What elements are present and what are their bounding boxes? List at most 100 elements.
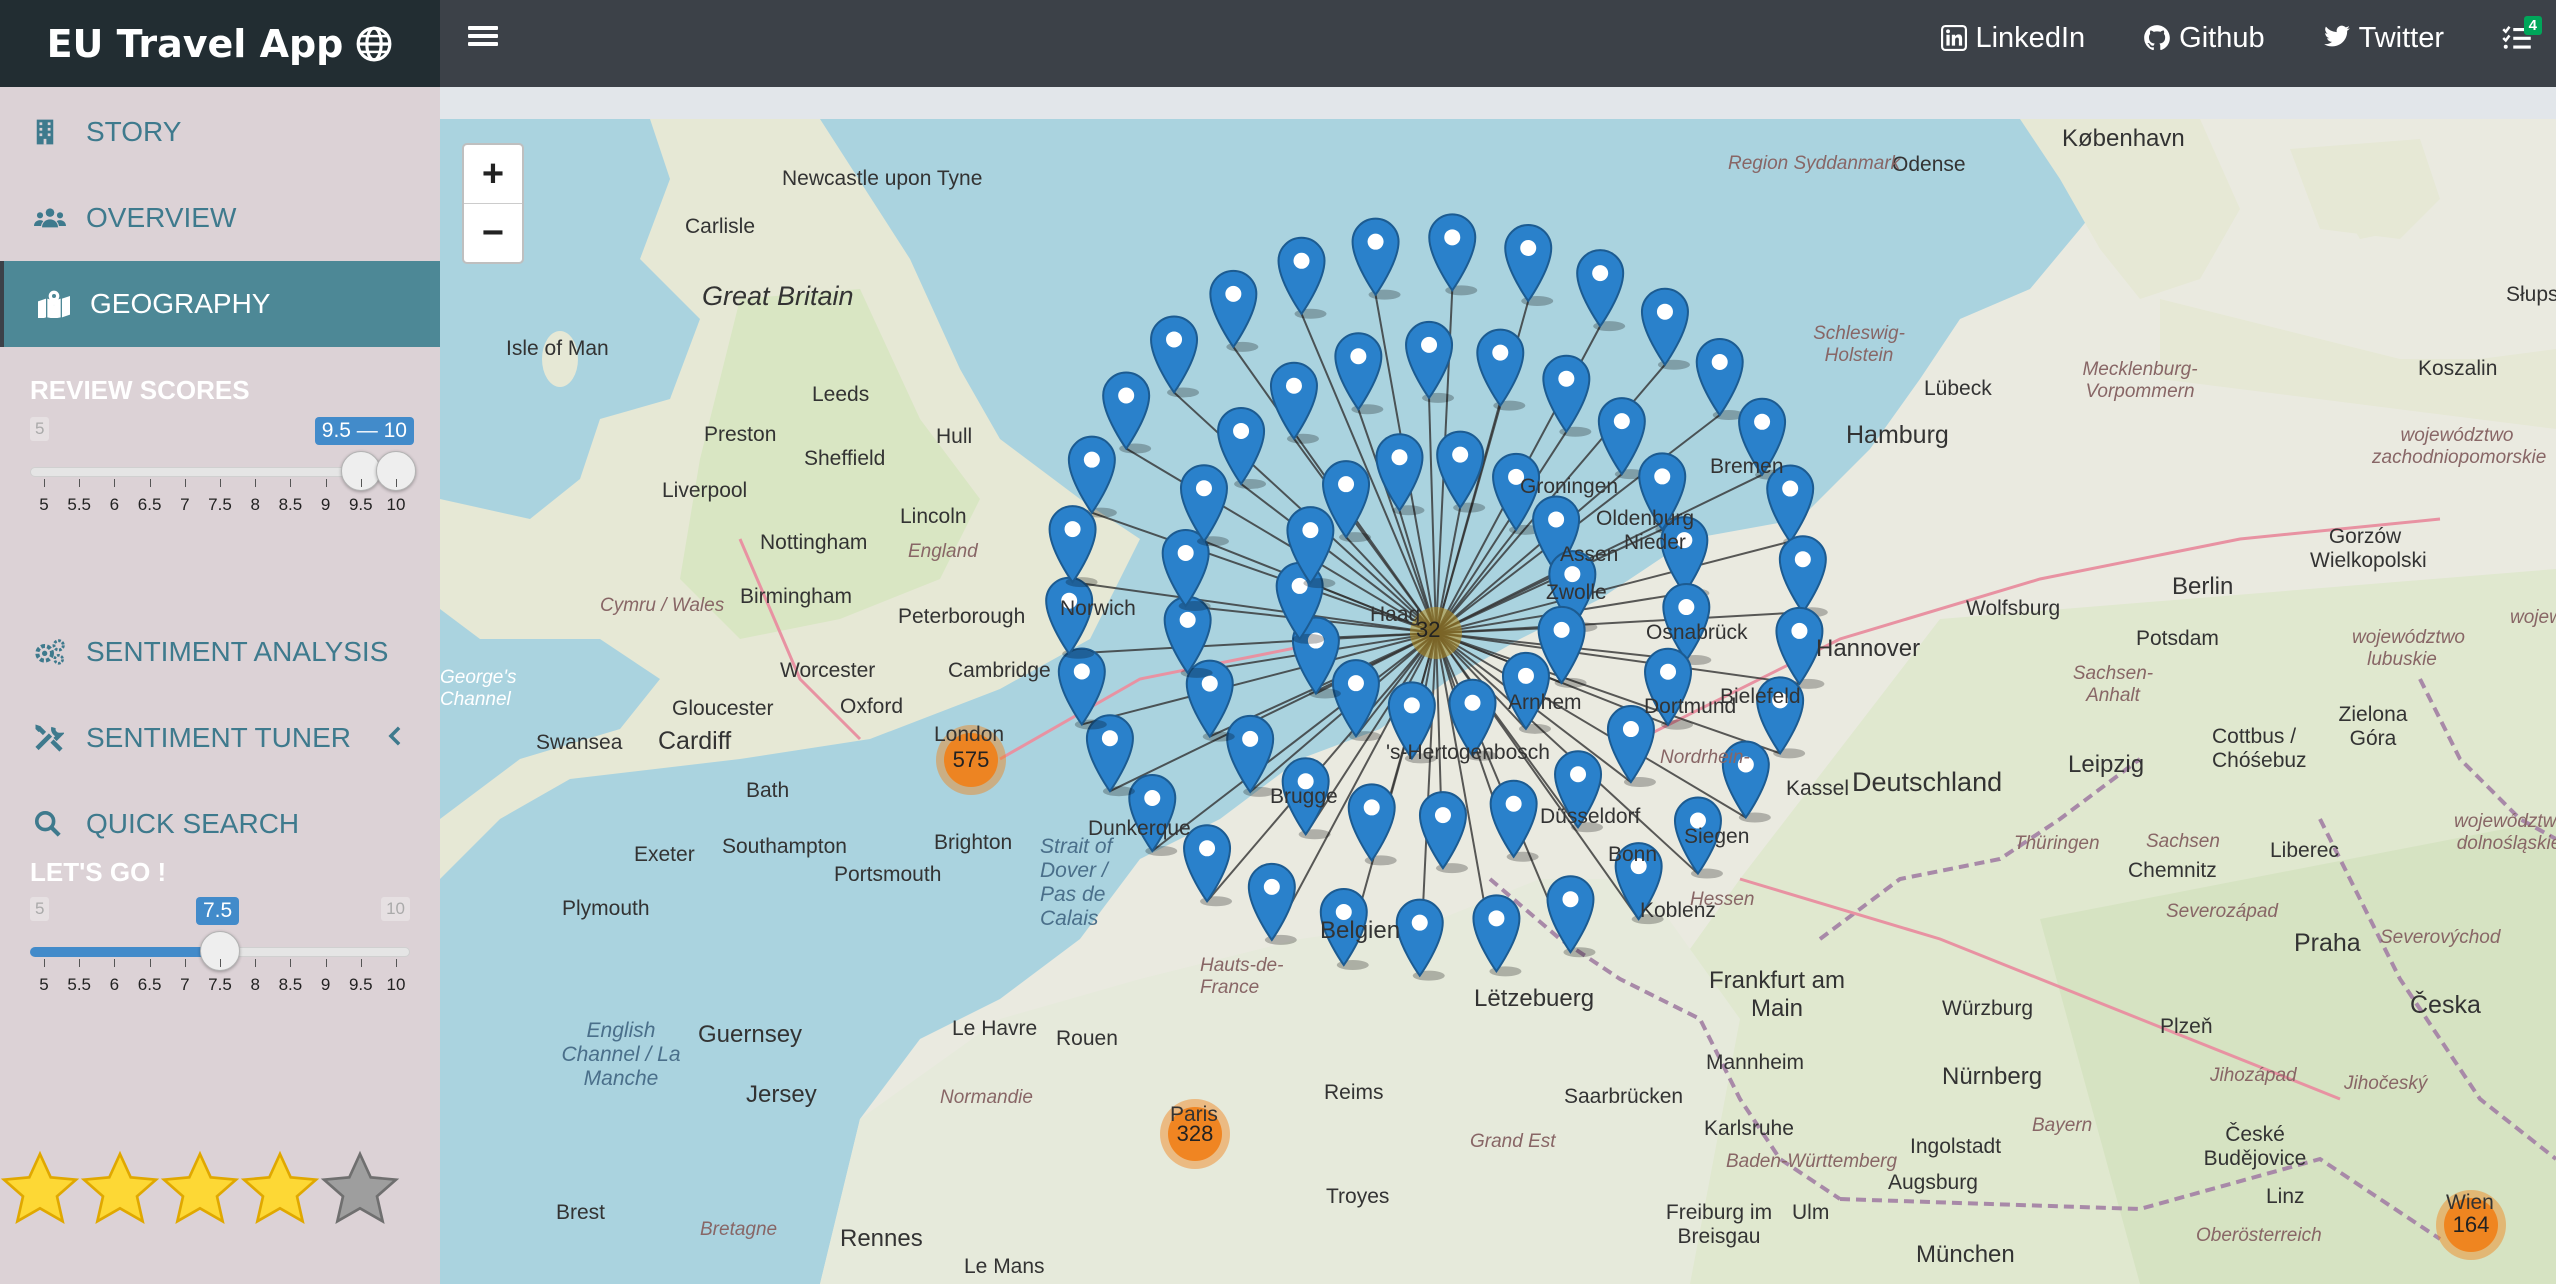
map-marker-icon[interactable]: [1472, 894, 1522, 977]
sidebar-item-quick-search[interactable]: QUICK SEARCH: [0, 781, 440, 867]
star-filled-icon[interactable]: [240, 1147, 320, 1231]
map-marker-icon[interactable]: [1395, 898, 1445, 981]
map-marker-icon[interactable]: [1128, 774, 1178, 857]
map-marker-icon[interactable]: [1269, 361, 1319, 444]
map-marker-icon[interactable]: [1277, 236, 1327, 319]
slider-tick-label: 5: [39, 495, 49, 514]
linkedin-icon: [1941, 25, 1968, 51]
map-label: Nordrhein-: [1660, 747, 1750, 768]
map-label: Hull: [936, 425, 973, 448]
map-marker-icon[interactable]: [1428, 213, 1478, 296]
map-marker-icon[interactable]: [1476, 328, 1526, 411]
map-label: Augsburg: [1888, 1171, 1978, 1194]
map-label: Düsseldorf: [1540, 805, 1641, 828]
map-label: Severovýchod: [2380, 927, 2501, 948]
sidebar: STORY OVERVIEW GEOGRAPHY REVIEW SCORES 5…: [0, 87, 440, 1284]
map-label: Zielona Góra: [2338, 703, 2408, 750]
map-marker-icon[interactable]: [1542, 354, 1592, 437]
map-marker-icon[interactable]: [1375, 433, 1425, 516]
map-label: województwo lubuskie: [2352, 627, 2465, 670]
slider-tick-mark: [220, 959, 221, 967]
map-label: Schleswig-Holstein: [1813, 323, 1905, 366]
sidebar-item-story[interactable]: STORY: [0, 89, 440, 175]
map-label: Nottingham: [760, 531, 868, 554]
map-marker-icon[interactable]: [1150, 315, 1200, 398]
slider-tick-label: 10: [386, 975, 406, 994]
linkedin-link[interactable]: LinkedIn: [1941, 22, 2085, 55]
map-label: Birmingham: [740, 585, 853, 608]
chevron-left-icon: [388, 726, 401, 746]
github-link[interactable]: Github: [2143, 22, 2265, 55]
map-marked-icon: [38, 290, 70, 318]
map-marker-icon[interactable]: [1048, 505, 1098, 588]
star-empty-icon[interactable]: [320, 1147, 400, 1231]
slider-tick-mark: [79, 479, 81, 487]
map-marker-icon[interactable]: [1597, 397, 1647, 480]
map-marker-icon[interactable]: [1489, 779, 1539, 862]
map-marker-icon[interactable]: [1334, 332, 1384, 415]
map-marker-icon[interactable]: [1504, 224, 1554, 306]
slider-tick-label: 8: [250, 975, 260, 994]
review-scores-slider[interactable]: 5 9.5 — 10 5 5.5 6 6.5 7 7.5 8 8.5 9 9.5 10: [30, 417, 416, 527]
lets-go-slider[interactable]: 5 10 7.5 5 5.5 6 6.5 7 7.5 8 8.5 9 9.5 10: [30, 897, 410, 1007]
map-label: Worcester: [780, 659, 876, 682]
sidebar-item-geography[interactable]: GEOGRAPHY: [0, 261, 440, 347]
slider-tick-mark: [220, 479, 221, 487]
map-label: Liberec: [2270, 839, 2339, 862]
slider-tick-mark: [325, 959, 327, 967]
sidebar-toggle-icon[interactable]: [468, 22, 498, 50]
spider-leg: [1069, 632, 1437, 655]
zoom-in-button[interactable]: +: [464, 145, 522, 204]
star-filled-icon[interactable]: [80, 1147, 160, 1231]
map-marker-icon[interactable]: [1226, 714, 1276, 797]
map-marker-icon[interactable]: [1418, 791, 1468, 874]
map-marker-icon[interactable]: [1247, 862, 1297, 945]
star-filled-icon[interactable]: [160, 1147, 240, 1231]
map-marker-icon[interactable]: [1209, 269, 1259, 352]
tasks-menu[interactable]: 4: [2502, 16, 2542, 52]
map-marker-icon[interactable]: [1576, 249, 1626, 332]
sidebar-item-overview[interactable]: OVERVIEW: [0, 175, 440, 261]
map-marker-icon[interactable]: [1102, 371, 1152, 454]
slider-tick-label: 6.5: [137, 975, 162, 994]
slider-tick-mark: [396, 959, 397, 967]
map-marker-icon[interactable]: [1778, 535, 1828, 618]
map-marker-icon[interactable]: [1640, 287, 1690, 370]
map-view[interactable]: 32 575 328 164 Newcastle upon Tyne Carli…: [440, 119, 2556, 1284]
slider-max-label: 10: [381, 897, 410, 921]
tools-icon: [34, 723, 66, 753]
star-filled-icon[interactable]: [0, 1147, 80, 1231]
map-label: Wolfsburg: [1966, 597, 2061, 620]
sidebar-item-sentiment-tuner[interactable]: SENTIMENT TUNER: [0, 695, 440, 781]
zoom-out-button[interactable]: −: [464, 204, 522, 262]
map-label: Exeter: [634, 843, 695, 866]
slider-tick-mark: [44, 959, 45, 967]
map-label: Severozápad: [2166, 901, 2278, 922]
map-marker-icon[interactable]: [1347, 783, 1397, 866]
twitter-label: Twitter: [2358, 21, 2444, 54]
map-marker-icon[interactable]: [1351, 217, 1401, 300]
map-marker-icon[interactable]: [1183, 824, 1233, 907]
star-rating[interactable]: [0, 1147, 400, 1231]
map-label: Isle of Man: [506, 337, 609, 360]
slider-tick-label: 5.5: [67, 495, 92, 514]
map-label: województwo dolnośląskie: [2454, 811, 2556, 854]
map-label: Swansea: [536, 731, 623, 754]
map-marker-icon[interactable]: [1436, 430, 1486, 513]
slider-tick-mark: [255, 959, 257, 967]
slider-tick-label: 6: [109, 975, 120, 994]
map-label: Plymouth: [562, 897, 650, 920]
slider-tick-label: 9: [320, 495, 331, 514]
map-marker-icon[interactable]: [1217, 407, 1267, 489]
map-label: England: [908, 541, 978, 562]
app-brand[interactable]: EU Travel App: [0, 0, 440, 87]
map-marker-icon[interactable]: [1695, 338, 1745, 420]
map-label: Jersey: [746, 1081, 817, 1108]
map-label: Bonn: [1608, 843, 1658, 866]
twitter-link[interactable]: Twitter: [2323, 22, 2444, 55]
map-label: Peterborough: [898, 605, 1026, 628]
map-label: Sheffield: [804, 447, 886, 470]
map-marker-icon[interactable]: [1546, 875, 1596, 958]
map-label: Würzburg: [1942, 997, 2034, 1020]
sidebar-item-sentiment-analysis[interactable]: SENTIMENT ANALYSIS: [0, 609, 440, 695]
